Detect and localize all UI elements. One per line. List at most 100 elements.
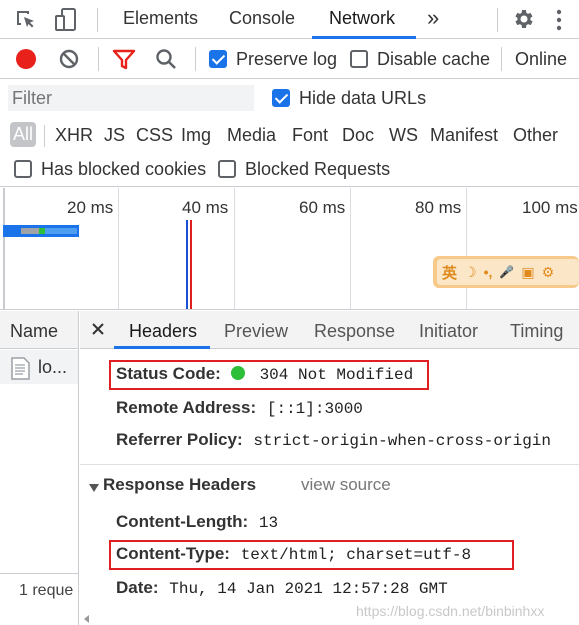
timeline-tick-label: 40 ms [182,198,229,217]
type-filter-all[interactable]: All [10,122,37,147]
timeline-gridline [234,188,235,309]
blocked-filters-row: Has blocked cookies Blocked Requests [0,153,579,187]
preserve-log-checkbox[interactable] [209,50,227,68]
type-filter-js[interactable]: JS [104,125,125,146]
request-list-footer: 1 reque [0,573,78,607]
preserve-log-label: Preserve log [236,49,338,69]
inspect-element-icon[interactable] [14,8,38,32]
type-filter-divider [44,125,45,147]
content-length-row: Content-Length: 13 [116,512,278,532]
waterfall-content-segment [45,228,77,234]
response-headers-title: Response Headers [103,475,257,494]
blocked-requests-label: Blocked Requests [245,159,391,179]
remote-address-row: Remote Address: [::1]:3000 [116,398,363,418]
tab-network[interactable]: Network [329,8,395,29]
ime-language-toggle[interactable]: 英 [442,262,457,283]
tab-timing[interactable]: Timing [510,321,563,342]
type-filter-other[interactable]: Other [513,125,558,146]
hide-data-urls-checkbox[interactable] [272,89,290,107]
ime-floating-toolbar[interactable]: 英 ☽ •, 🎤 ▣ ⚙ [433,256,579,288]
search-icon[interactable] [154,47,178,71]
response-headers-section-header[interactable]: Response Headers view source [88,475,568,499]
filter-icon[interactable] [112,49,136,71]
tab-response[interactable]: Response [314,321,395,342]
tab-initiator[interactable]: Initiator [419,321,478,342]
timeline-overview[interactable]: 20 ms 40 ms 60 ms 80 ms 100 ms [0,188,579,310]
horizontal-scrollbar[interactable] [80,607,579,623]
remote-address-label: Remote Address: [116,398,257,417]
toolbar-divider [195,47,196,71]
request-details-pane: Headers Preview Response Initiator Timin… [80,311,579,625]
more-tabs-button[interactable]: » [427,5,439,31]
date-value: Thu, 14 Jan 2021 12:57:28 GMT [169,580,448,598]
scroll-left-arrow-icon[interactable] [84,610,90,623]
disable-cache-checkbox[interactable] [350,50,368,68]
timeline-tick-label: 20 ms [67,198,114,217]
more-options-icon[interactable] [556,8,562,32]
network-toolbar: Preserve log Disable cache Online [0,39,579,79]
ime-moon-icon[interactable]: ☽ [464,264,477,281]
ime-keyboard-icon[interactable]: ▣ [521,264,534,281]
has-blocked-cookies-checkbox[interactable] [14,160,32,178]
timeline-gridline [350,188,351,309]
toolbar-divider [98,47,99,71]
date-row: Date: Thu, 14 Jan 2021 12:57:28 GMT [116,578,448,598]
timeline-tick-label: 100 ms [522,198,578,217]
settings-gear-icon[interactable] [511,7,535,31]
device-toolbar-icon[interactable] [54,7,78,33]
name-column-header[interactable]: Name [0,311,78,349]
ime-punctuation-icon[interactable]: •, [484,264,493,280]
close-details-icon[interactable] [91,322,105,336]
timeline-tick-label: 80 ms [415,198,462,217]
type-filter-xhr[interactable]: XHR [55,125,93,146]
devtools-tab-bar: Elements Console Network » [0,0,579,39]
timeline-gridline [118,188,119,309]
request-row[interactable]: lo... [0,350,78,384]
type-filter-media[interactable]: Media [227,125,276,146]
request-waterfall-bar[interactable] [3,225,79,237]
type-filter-css[interactable]: CSS [136,125,173,146]
tab-preview[interactable]: Preview [224,321,288,342]
type-filter-ws[interactable]: WS [389,125,418,146]
referrer-policy-label: Referrer Policy: [116,430,243,449]
ime-microphone-icon[interactable]: 🎤 [499,265,514,279]
waterfall-queue-segment [21,228,39,234]
tab-elements[interactable]: Elements [123,8,198,29]
referrer-policy-value: strict-origin-when-cross-origin [253,432,552,450]
ime-toolbar-inner: 英 ☽ •, 🎤 ▣ ⚙ [437,259,579,285]
type-filter-font[interactable]: Font [292,125,328,146]
load-event-marker [190,220,192,309]
record-button[interactable] [16,49,36,69]
tab-console[interactable]: Console [229,8,295,29]
toolbar-divider [501,47,502,71]
toolbar-divider [97,8,98,32]
ime-settings-gear-icon[interactable]: ⚙ [542,264,555,281]
date-label: Date: [116,578,159,597]
document-file-icon [11,357,30,380]
status-code-highlight-box [109,360,429,390]
content-length-label: Content-Length: [116,512,249,531]
blocked-requests-checkbox[interactable] [218,160,236,178]
filter-row: Hide data URLs [0,79,579,117]
clear-icon[interactable] [58,48,80,70]
referrer-policy-row: Referrer Policy: strict-origin-when-cros… [116,430,551,450]
expand-triangle-icon [88,480,100,492]
section-divider [80,464,579,465]
request-name: lo... [38,357,68,377]
tab-headers[interactable]: Headers [129,321,197,342]
request-count-summary: 1 reque [19,582,74,599]
has-blocked-cookies-label: Has blocked cookies [41,159,207,179]
filter-input[interactable] [8,85,254,111]
hide-data-urls-label: Hide data URLs [299,88,427,108]
timeline-gridline [3,188,5,309]
disable-cache-label: Disable cache [377,49,491,69]
request-list: Name lo... 1 reque [0,311,79,625]
throttling-select[interactable]: Online [515,49,567,70]
detail-tab-bar: Headers Preview Response Initiator Timin… [80,311,579,349]
view-source-link[interactable]: view source [301,475,391,495]
type-filter-manifest[interactable]: Manifest [430,125,498,146]
type-filter-doc[interactable]: Doc [342,125,374,146]
dom-content-loaded-marker [186,220,188,309]
active-detail-tab-indicator [114,346,210,349]
type-filter-img[interactable]: Img [181,125,211,146]
